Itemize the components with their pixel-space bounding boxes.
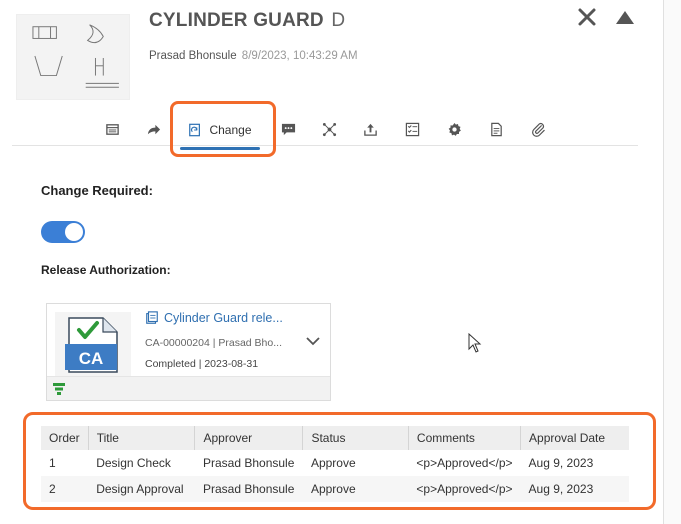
toggle-knob [65, 223, 83, 241]
chevron-down-icon[interactable] [305, 334, 321, 348]
ca-icon-text: CA [79, 349, 104, 368]
cell-approver: Prasad Bhonsule [202, 456, 295, 470]
change-authorization-card[interactable]: CA Cylinder Guard rele... CA-00000204 | … [46, 303, 331, 401]
settings-icon [448, 122, 461, 136]
workflow-icon [52, 382, 66, 396]
cell-order: 1 [49, 456, 56, 470]
cell-status: Approve [302, 476, 409, 502]
tab-details[interactable] [102, 118, 122, 140]
column-header[interactable]: Approver [194, 426, 304, 450]
tab-comments[interactable] [278, 118, 298, 140]
card-footer [47, 376, 330, 400]
document-icon [490, 122, 502, 136]
highlight-frame-tab [170, 101, 276, 157]
title-text: CYLINDER GUARD [149, 10, 324, 31]
change-authorization-icon: CA [55, 312, 131, 376]
card-title: Cylinder Guard rele... [164, 311, 283, 325]
card-subtitle: CA-00000204 | Prasad Bho... [145, 337, 282, 349]
share-arrow-icon [147, 124, 160, 134]
page-title: CYLINDER GUARD D [149, 10, 345, 32]
tab-settings[interactable] [444, 118, 464, 140]
card-status: Completed | 2023-08-31 [145, 358, 259, 370]
cell-approver: Prasad Bhonsule [194, 476, 303, 502]
author-line: Prasad Bhonsule 8/9/2023, 10:43:29 AM [149, 50, 358, 62]
attachment-icon [531, 122, 545, 137]
column-header[interactable]: Title [88, 426, 196, 450]
cell-comments: <p>Approved</p> [408, 476, 521, 502]
tab-checklist[interactable] [402, 118, 422, 140]
collapse-up-icon[interactable] [614, 8, 636, 26]
table-row[interactable]: 2 Design Approval Prasad Bhonsule Approv… [41, 476, 629, 502]
cell-approval-date: Aug 9, 2023 [520, 476, 629, 502]
tab-share[interactable] [143, 118, 163, 140]
cell-title: Design Approval [88, 476, 195, 502]
column-header[interactable]: Status [302, 426, 409, 450]
cell-status: Approve [310, 456, 356, 470]
cell-approval-date: Aug 9, 2023 [528, 456, 594, 470]
change-notice-icon [146, 311, 158, 324]
tab-attachments[interactable] [528, 118, 548, 140]
timestamp: 8/9/2023, 10:43:29 AM [241, 50, 358, 62]
upload-icon [363, 123, 377, 136]
table-row[interactable]: 1 Design Check Prasad Bhonsule Approve <… [41, 450, 629, 476]
tab-bar: Change [12, 112, 638, 150]
cell-title: Design Check [96, 456, 171, 470]
column-header[interactable]: Order [41, 426, 89, 450]
table-header-row: Order Title Approver Status Comments App… [41, 426, 629, 450]
drawing-thumbnail[interactable] [16, 14, 130, 100]
tab-upload[interactable] [360, 118, 380, 140]
mouse-cursor-icon [468, 332, 482, 353]
column-header[interactable]: Approval Date [520, 426, 629, 450]
approvals-table: Order Title Approver Status Comments App… [41, 426, 629, 502]
details-icon [105, 123, 119, 135]
author-name: Prasad Bhonsule [149, 50, 237, 62]
release-authorization-label: Release Authorization: [41, 263, 171, 277]
tab-document[interactable] [486, 118, 506, 140]
change-required-label: Change Required: [41, 183, 153, 198]
structure-icon [322, 122, 336, 136]
cell-comments: <p>Approved</p> [416, 456, 513, 470]
change-required-toggle[interactable] [41, 221, 85, 243]
comments-icon [281, 123, 295, 135]
tab-structure[interactable] [319, 118, 339, 140]
checklist-icon [405, 122, 419, 136]
revision-label: D [331, 10, 346, 31]
column-header[interactable]: Comments [408, 426, 522, 450]
change-authorization-link[interactable]: Cylinder Guard rele... [145, 311, 283, 325]
close-icon[interactable] [576, 6, 598, 28]
cell-order: 2 [41, 476, 89, 502]
right-rail [663, 0, 681, 524]
